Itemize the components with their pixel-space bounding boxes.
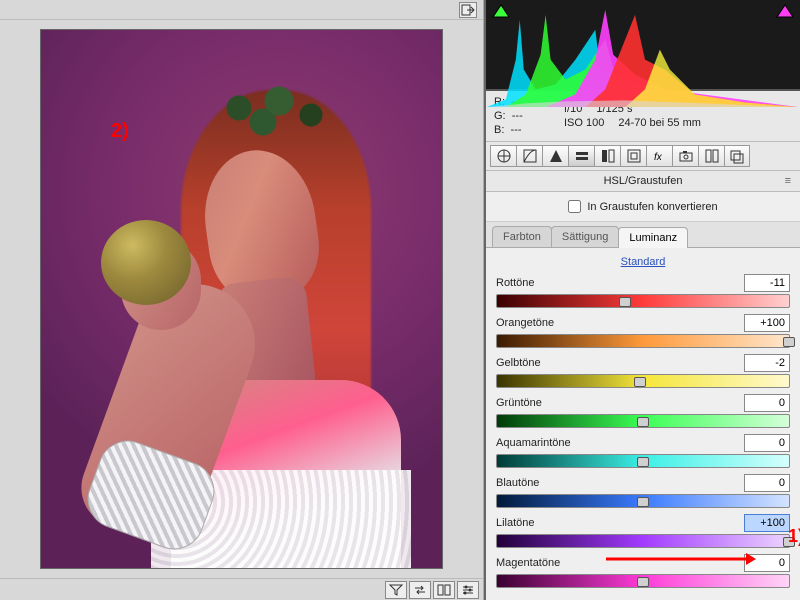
swap-icon[interactable] bbox=[409, 581, 431, 599]
tab-saturation[interactable]: Sättigung bbox=[551, 226, 619, 247]
split-tone-icon[interactable] bbox=[594, 145, 620, 167]
iso-value: ISO 100 bbox=[564, 117, 604, 129]
slider-label: Rottöne bbox=[496, 277, 535, 289]
slider-label: Grüntöne bbox=[496, 397, 542, 409]
slider-yellows: Gelbtöne bbox=[496, 354, 790, 388]
slider-oranges: Orangetöne bbox=[496, 314, 790, 348]
snapshots-icon[interactable] bbox=[724, 145, 750, 167]
slider-greens: Grüntöne bbox=[496, 394, 790, 428]
grayscale-checkbox[interactable]: In Graustufen konvertieren bbox=[568, 200, 717, 213]
slider-track[interactable] bbox=[496, 294, 790, 308]
slider-track[interactable] bbox=[496, 494, 790, 508]
shadow-clip-icon[interactable] bbox=[492, 4, 510, 18]
slider-blues: Blautöne bbox=[496, 474, 790, 508]
preview-pane: 2) bbox=[0, 0, 484, 600]
slider-track[interactable] bbox=[496, 534, 790, 548]
slider-track[interactable] bbox=[496, 574, 790, 588]
slider-thumb[interactable] bbox=[637, 457, 649, 467]
slider-label: Magentatöne bbox=[496, 557, 560, 569]
annotation-2: 2) bbox=[111, 120, 129, 143]
slider-track[interactable] bbox=[496, 374, 790, 388]
slider-thumb[interactable] bbox=[619, 297, 631, 307]
slider-value-input[interactable] bbox=[744, 354, 790, 372]
basic-icon[interactable] bbox=[490, 145, 516, 167]
presets-icon[interactable] bbox=[698, 145, 724, 167]
slider-label: Lilatöne bbox=[496, 517, 535, 529]
lens-icon[interactable] bbox=[620, 145, 646, 167]
grayscale-label: In Graustufen konvertieren bbox=[587, 201, 717, 213]
slider-reds: Rottöne bbox=[496, 274, 790, 308]
slider-label: Aquamarintöne bbox=[496, 437, 571, 449]
image-preview[interactable]: 2) bbox=[40, 29, 443, 569]
tab-luminance[interactable]: Luminanz bbox=[618, 227, 688, 248]
filter-icon[interactable] bbox=[385, 581, 407, 599]
adjust-icon[interactable] bbox=[457, 581, 479, 599]
slider-thumb[interactable] bbox=[637, 577, 649, 587]
panel-title: HSL/Graustufen ≡ bbox=[486, 171, 800, 192]
slider-value-input[interactable] bbox=[744, 394, 790, 412]
hsl-icon[interactable] bbox=[568, 145, 594, 167]
slider-value-input[interactable] bbox=[744, 314, 790, 332]
slider-track[interactable] bbox=[496, 454, 790, 468]
slider-label: Gelbtöne bbox=[496, 357, 541, 369]
slider-track[interactable] bbox=[496, 414, 790, 428]
annotation-arrow bbox=[606, 552, 756, 569]
slider-purples: Lilatöne bbox=[496, 514, 790, 548]
slider-value-input[interactable] bbox=[744, 474, 790, 492]
slider-track[interactable] bbox=[496, 334, 790, 348]
camera-cal-icon[interactable] bbox=[672, 145, 698, 167]
lens-value: 24-70 bei 55 mm bbox=[618, 117, 701, 129]
slider-thumb[interactable] bbox=[634, 377, 646, 387]
annotation-1: 1) bbox=[788, 526, 800, 547]
slider-thumb[interactable] bbox=[637, 417, 649, 427]
sliders-group: Standard Rottöne Orangetöne Gelbtöne Grüntö… bbox=[486, 248, 800, 600]
slider-label: Orangetöne bbox=[496, 317, 554, 329]
histogram[interactable] bbox=[486, 0, 800, 91]
panel-menu-icon[interactable]: ≡ bbox=[785, 175, 792, 187]
side-panel: R: --- G: --- B: --- f/101/125 s ISO 100… bbox=[484, 0, 800, 600]
tone-curve-icon[interactable] bbox=[516, 145, 542, 167]
slider-value-input[interactable] bbox=[744, 274, 790, 292]
detail-icon[interactable] bbox=[542, 145, 568, 167]
export-button[interactable] bbox=[459, 2, 477, 18]
hsl-tabs: Farbton Sättigung Luminanz bbox=[486, 222, 800, 248]
slider-value-input[interactable] bbox=[744, 514, 790, 532]
slider-thumb[interactable] bbox=[637, 497, 649, 507]
slider-label: Blautöne bbox=[496, 477, 539, 489]
svg-text:fx: fx bbox=[654, 152, 663, 163]
compare-icon[interactable] bbox=[433, 581, 455, 599]
slider-thumb[interactable] bbox=[783, 337, 795, 347]
tab-hue[interactable]: Farbton bbox=[492, 226, 552, 247]
default-link[interactable]: Standard bbox=[621, 256, 666, 268]
highlight-clip-icon[interactable] bbox=[776, 4, 794, 18]
fx-icon[interactable]: fx bbox=[646, 145, 672, 167]
slider-value-input[interactable] bbox=[744, 434, 790, 452]
slider-aquas: Aquamarintöne bbox=[496, 434, 790, 468]
panel-toolbar: fx bbox=[486, 142, 800, 171]
